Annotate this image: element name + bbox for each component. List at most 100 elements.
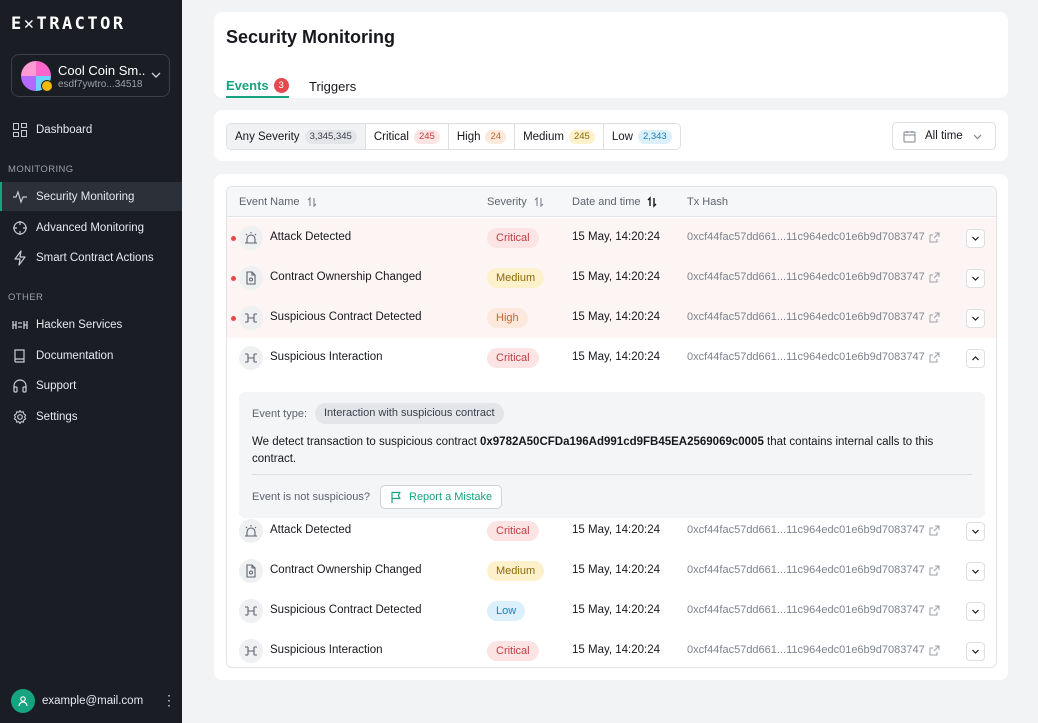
tx-hash-link[interactable]: 0xcf44fac57dd661...11c964edc01e6b9d70837… [687,564,940,576]
project-name: Cool Coin Sm.. [58,63,146,78]
table-row[interactable]: Suspicious Contract Detected High 15 May… [227,298,996,338]
chevron-down-icon [972,236,979,241]
page-title: Security Monitoring [226,27,396,47]
expand-row-button[interactable] [966,309,985,328]
event-name: Contract Ownership Changed [270,271,422,283]
contract-address: 0x9782A50CFDa196Ad991cd9FB45EA2569069c00… [479,436,764,448]
sidebar-item-dashboard[interactable]: Dashboard [0,115,182,144]
event-date: 15 May, 14:20:24 [572,644,661,656]
event-name: Suspicious Interaction [270,351,383,363]
alarm-icon [239,519,263,543]
external-link-icon [929,525,940,535]
table-row[interactable]: Suspicious Contract Detected Low 15 May,… [227,591,996,631]
sidebar-item-security-monitoring[interactable]: Security Monitoring [0,182,182,211]
tx-hash-link[interactable]: 0xcf44fac57dd661...11c964edc01e6b9d70837… [687,351,940,363]
severity-filter-medium[interactable]: Medium 245 [515,124,604,149]
tx-hash-link[interactable]: 0xcf44fac57dd661...11c964edc01e6b9d70837… [687,644,940,656]
expand-row-button[interactable] [966,602,985,621]
severity-badge: Low [487,601,526,621]
filter-label: Medium [523,130,564,143]
report-mistake-label: Report a Mistake [409,491,493,503]
expand-row-button[interactable] [966,522,985,541]
severity-filter-high[interactable]: High 24 [449,124,516,149]
severity-badge: Medium [487,561,545,581]
column-header-event-name[interactable]: Event Name [239,187,318,217]
tx-hash-link[interactable]: 0xcf44fac57dd661...11c964edc01e6b9d70837… [687,524,940,536]
flag-icon [391,491,401,503]
expand-row-button[interactable] [966,642,985,661]
filter-count: 245 [413,129,440,144]
expand-row-button[interactable] [966,269,985,288]
tx-hash: 0xcf44fac57dd661...11c964edc01e6b9d70837… [687,524,925,536]
sidebar-item-support[interactable]: Support [0,371,182,400]
expand-row-button[interactable] [966,229,985,248]
collapse-row-button[interactable] [966,349,985,368]
more-vertical-icon[interactable]: ⋮ [162,693,176,709]
sidebar-item-advanced-monitoring[interactable]: Advanced Monitoring [0,213,182,242]
chevron-down-icon [972,529,979,534]
unread-dot [231,276,236,281]
report-mistake-button[interactable]: Report a Mistake [380,485,503,509]
tab-events[interactable]: Events 3 [226,74,289,98]
severity-filter-critical[interactable]: Critical 245 [366,124,449,149]
table-row[interactable]: Suspicious Interaction Critical 15 May, … [227,338,996,378]
chain-badge-icon [41,80,53,92]
table-row[interactable]: Attack Detected Critical 15 May, 14:20:2… [227,218,996,258]
column-label: Date and time [572,196,641,208]
user-account[interactable]: example@mail.com ⋮ [11,689,176,713]
nav-section-monitoring: MONITORING [8,164,74,175]
expand-row-button[interactable] [966,562,985,581]
table-row[interactable]: Contract Ownership Changed Medium 15 May… [227,258,996,298]
event-date: 15 May, 14:20:24 [572,231,661,243]
severity-filter-low[interactable]: Low 2,343 [604,124,680,149]
tx-hash-link[interactable]: 0xcf44fac57dd661...11c964edc01e6b9d70837… [687,271,940,283]
severity-filter: Any Severity 3,345,345 Critical 245 High… [226,123,681,150]
alarm-icon [239,226,263,250]
event-type-label: Event type: [252,408,308,420]
app-logo[interactable]: E✕TRACTOR [11,14,126,34]
external-link-icon [929,645,940,655]
chevron-down-icon [972,569,979,574]
severity-filter-any[interactable]: Any Severity 3,345,345 [227,124,366,149]
filter-count: 24 [485,129,507,144]
tx-hash: 0xcf44fac57dd661...11c964edc01e6b9d70837… [687,311,925,323]
event-date: 15 May, 14:20:24 [572,311,661,323]
unread-dot [231,316,236,321]
severity-badge: Critical [487,228,539,248]
chevron-down-icon [151,72,161,78]
filter-label: Critical [373,130,409,143]
table-header: Event Name Severity Date and time Tx Has… [227,187,996,217]
description-text: We detect transaction to suspicious cont… [252,436,480,448]
tab-label: Events [226,77,269,93]
column-label: Severity [487,196,527,208]
column-header-date[interactable]: Date and time [572,187,658,217]
tab-triggers[interactable]: Triggers [309,74,356,98]
tab-count-badge: 3 [273,77,289,93]
tx-hash-link[interactable]: 0xcf44fac57dd661...11c964edc01e6b9d70837… [687,604,940,616]
dashboard-icon [13,122,27,137]
time-range-select[interactable]: All time [892,122,996,150]
project-switcher[interactable]: Cool Coin Sm.. esdf7ywtro...34518 [11,54,170,97]
event-date: 15 May, 14:20:24 [572,564,661,576]
tx-hash-link[interactable]: 0xcf44fac57dd661...11c964edc01e6b9d70837… [687,311,940,323]
sidebar-item-settings[interactable]: Settings [0,402,182,431]
external-link-icon [929,272,940,282]
sidebar-item-documentation[interactable]: Documentation [0,341,182,370]
sidebar-item-label: Support [36,379,77,392]
table-row[interactable]: Contract Ownership Changed Medium 15 May… [227,551,996,591]
severity-badge: Critical [487,641,539,661]
sort-icon [307,196,316,208]
tx-hash-link[interactable]: 0xcf44fac57dd661...11c964edc01e6b9d70837… [687,231,940,243]
external-link-icon [929,605,940,615]
table-row[interactable]: Attack Detected Critical 15 May, 14:20:2… [227,511,996,551]
hacken-icon [12,320,28,329]
event-date: 15 May, 14:20:24 [572,604,661,616]
sidebar-item-smart-contract-actions[interactable]: Smart Contract Actions [0,243,182,272]
sidebar-item-hacken-services[interactable]: Hacken Services [0,310,182,339]
event-date: 15 May, 14:20:24 [572,271,661,283]
unread-dot [231,236,236,241]
event-name: Contract Ownership Changed [270,564,422,576]
column-header-severity[interactable]: Severity [487,187,545,217]
table-row[interactable]: Suspicious Interaction Critical 15 May, … [227,631,996,667]
chevron-down-icon [972,649,979,654]
